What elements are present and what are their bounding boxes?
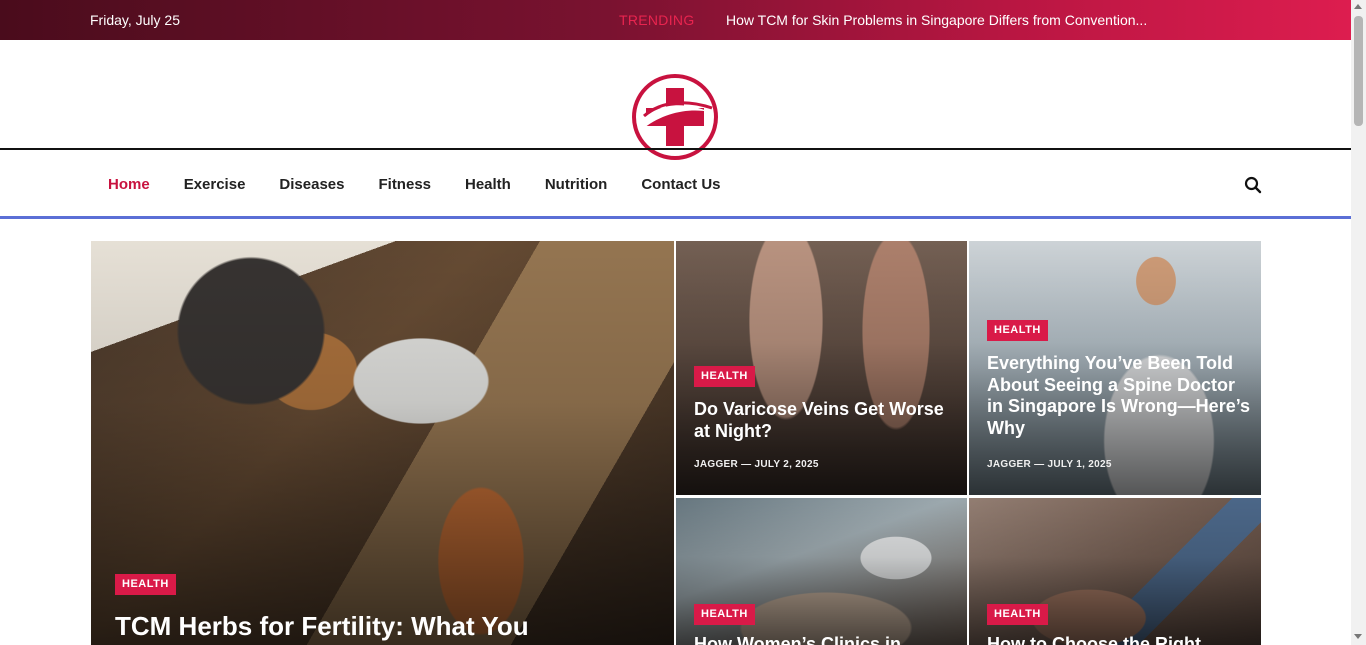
search-icon[interactable] xyxy=(1244,176,1262,194)
featured-post-womens-clinics[interactable]: HEALTH How Women’s Clinics in xyxy=(676,498,967,645)
nav-underline xyxy=(0,216,1351,219)
post-date: JULY 1, 2025 xyxy=(1047,459,1112,470)
trending-label: TRENDING xyxy=(619,12,695,28)
nav-item-health[interactable]: Health xyxy=(448,176,528,193)
current-date: Friday, July 25 xyxy=(90,12,180,28)
featured-post-main[interactable]: HEALTH TCM Herbs for Fertility: What You xyxy=(91,241,674,645)
featured-post-spine[interactable]: HEALTH Everything You’ve Been Told About… xyxy=(969,241,1261,495)
category-badge[interactable]: HEALTH xyxy=(694,604,755,625)
page-scrollbar[interactable] xyxy=(1351,0,1366,645)
post-title[interactable]: How to Choose the Right xyxy=(987,634,1252,645)
trending-headline-link[interactable]: How TCM for Skin Problems in Singapore D… xyxy=(726,12,1147,28)
category-badge[interactable]: HEALTH xyxy=(987,320,1048,341)
nav-item-home[interactable]: Home xyxy=(91,176,167,193)
nav-item-nutrition[interactable]: Nutrition xyxy=(528,176,624,193)
category-badge[interactable]: HEALTH xyxy=(115,574,176,595)
post-date: JULY 2, 2025 xyxy=(754,459,819,470)
post-author[interactable]: JAGGER xyxy=(987,459,1031,470)
featured-post-varicose[interactable]: HEALTH Do Varicose Veins Get Worse at Ni… xyxy=(676,241,967,495)
scroll-up-arrow-icon[interactable] xyxy=(1354,4,1362,9)
top-bar: Friday, July 25 TRENDING How TCM for Ski… xyxy=(0,0,1351,40)
main-nav: Home Exercise Diseases Fitness Health Nu… xyxy=(0,150,1351,218)
post-meta: JAGGER — JULY 1, 2025 xyxy=(987,459,1112,470)
featured-post-choose[interactable]: HEALTH How to Choose the Right xyxy=(969,498,1261,645)
scroll-down-arrow-icon[interactable] xyxy=(1354,634,1362,639)
nav-item-fitness[interactable]: Fitness xyxy=(361,176,448,193)
scrollbar-thumb[interactable] xyxy=(1354,16,1363,126)
post-author[interactable]: JAGGER xyxy=(694,459,738,470)
post-meta: JAGGER — JULY 2, 2025 xyxy=(694,459,819,470)
nav-item-contact-us[interactable]: Contact Us xyxy=(624,176,737,193)
meta-separator: — xyxy=(741,459,755,470)
category-badge[interactable]: HEALTH xyxy=(694,366,755,387)
meta-separator: — xyxy=(1034,459,1048,470)
post-title[interactable]: Do Varicose Veins Get Worse at Night? xyxy=(694,399,954,442)
post-title[interactable]: TCM Herbs for Fertility: What You xyxy=(115,611,635,642)
category-badge[interactable]: HEALTH xyxy=(987,604,1048,625)
site-header xyxy=(0,40,1351,160)
nav-item-diseases[interactable]: Diseases xyxy=(262,176,361,193)
post-title[interactable]: Everything You’ve Been Told About Seeing… xyxy=(987,353,1252,439)
nav-item-exercise[interactable]: Exercise xyxy=(167,176,263,193)
post-title[interactable]: How Women’s Clinics in xyxy=(694,634,954,645)
